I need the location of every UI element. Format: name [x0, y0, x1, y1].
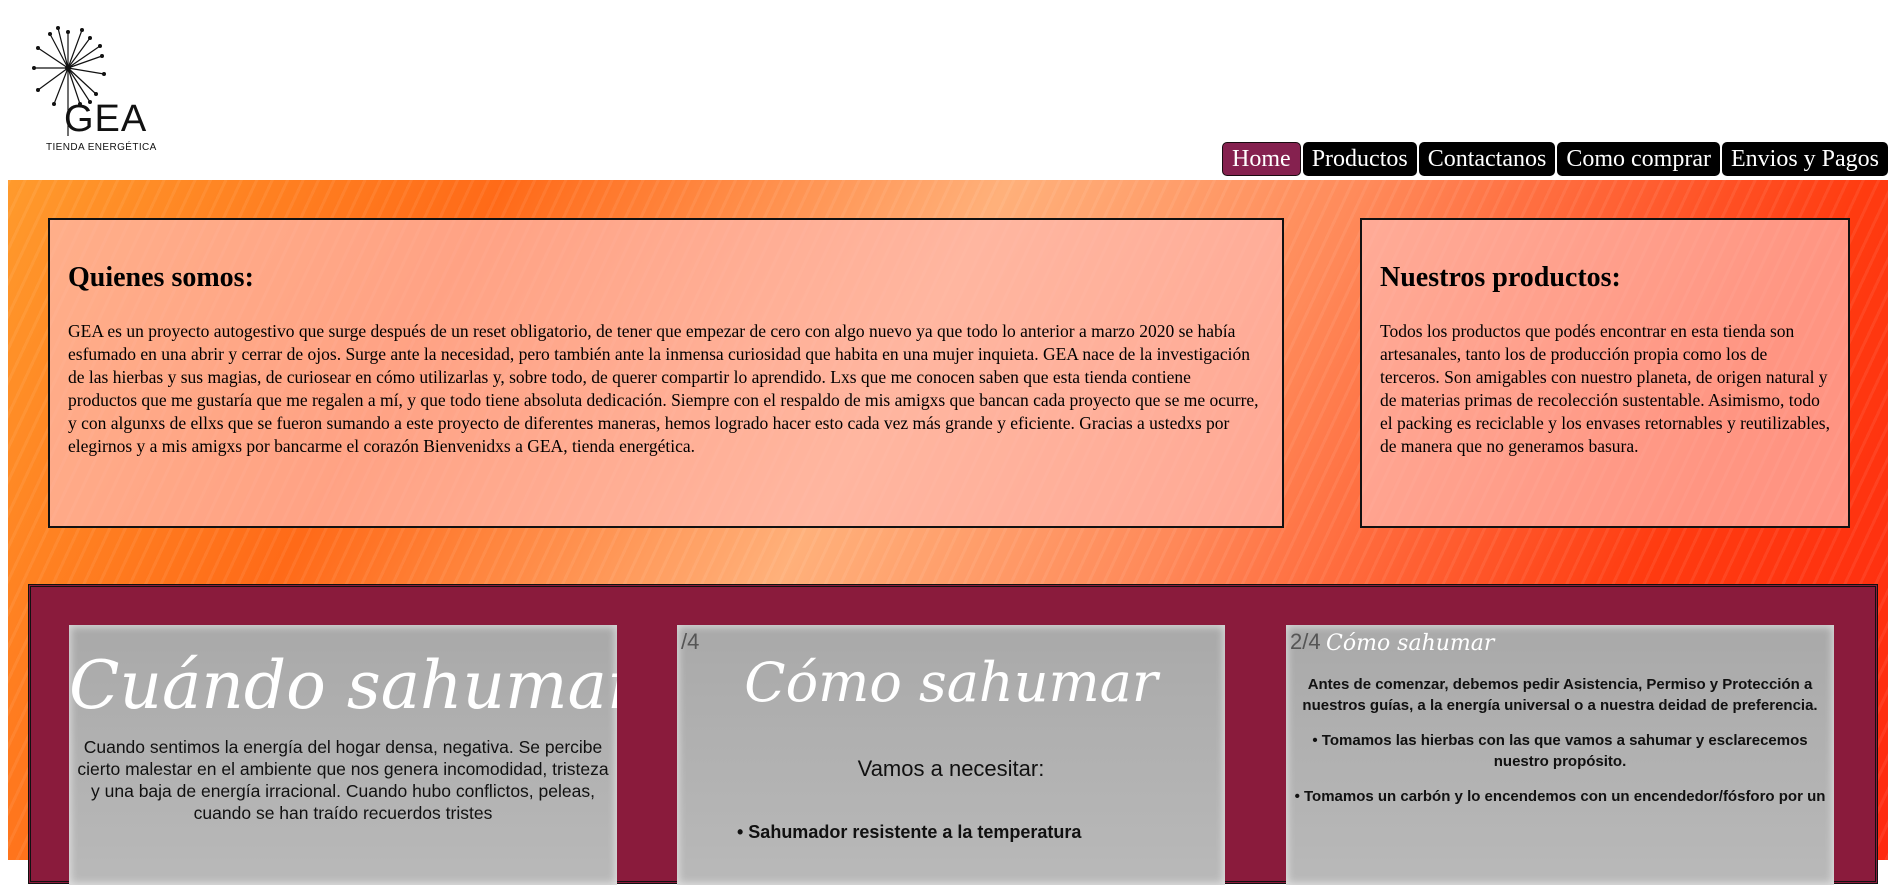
page-number: 2/4	[1290, 629, 1321, 654]
card-title: Cómo sahumar	[1326, 631, 1495, 656]
logo-name: GEA	[64, 98, 148, 140]
gallery-card-cuando-sahumar[interactable]: Cuándo sahumar? Cuando sentimos la energ…	[69, 625, 617, 885]
card-line: • Tomamos las hierbas con las que vamos …	[1312, 732, 1808, 770]
logo-tagline: TIENDA ENERGÉTICA	[46, 142, 157, 153]
card-line: • Tomamos un carbón y lo encendemos con …	[1294, 788, 1826, 805]
hero-section: Quienes somos: GEA es un proyecto autoge…	[8, 180, 1888, 885]
card-line: Antes de comenzar, debemos pedir Asisten…	[1302, 676, 1818, 714]
about-text: GEA es un proyecto autogestivo que surge…	[68, 321, 1259, 456]
about-title: Quienes somos:	[68, 262, 254, 293]
products-text: Todos los productos que podés encontrar …	[1380, 321, 1830, 456]
page-number: /4	[681, 629, 700, 654]
card-text: Cuando sentimos la energía del hogar den…	[77, 737, 609, 823]
nav-envios-pagos[interactable]: Envios y Pagos	[1721, 142, 1888, 176]
nav-como-comprar[interactable]: Como comprar	[1557, 142, 1720, 176]
nav-productos[interactable]: Productos	[1302, 142, 1417, 176]
gallery-card-como-sahumar-2[interactable]: 2/4 Cómo sahumar Antes de comenzar, debe…	[1286, 625, 1834, 885]
site-header: GEA TIENDA ENERGÉTICA Home Productos Con…	[0, 0, 1900, 180]
main-nav: Home Productos Contactanos Como comprar …	[1222, 142, 1888, 176]
nav-home[interactable]: Home	[1222, 142, 1301, 176]
products-title: Nuestros productos:	[1380, 262, 1621, 293]
nav-contactanos[interactable]: Contactanos	[1418, 142, 1556, 176]
products-box: Nuestros productos: Todos los productos …	[1360, 218, 1850, 528]
card-bullet: • Sahumador resistente a la temperatura	[737, 822, 1082, 842]
card-subtitle: Vamos a necesitar:	[857, 756, 1045, 781]
about-box: Quienes somos: GEA es un proyecto autoge…	[48, 218, 1284, 528]
gea-logo[interactable]: GEA TIENDA ENERGÉTICA	[20, 20, 170, 160]
card-title: Cómo sahumar	[744, 651, 1158, 714]
card-title: Cuándo sahumar?	[69, 647, 617, 724]
gallery-card-como-sahumar-1[interactable]: /4 Cómo sahumar Vamos a necesitar: • Sah…	[677, 625, 1225, 885]
info-gallery: Cuándo sahumar? Cuando sentimos la energ…	[28, 584, 1878, 885]
